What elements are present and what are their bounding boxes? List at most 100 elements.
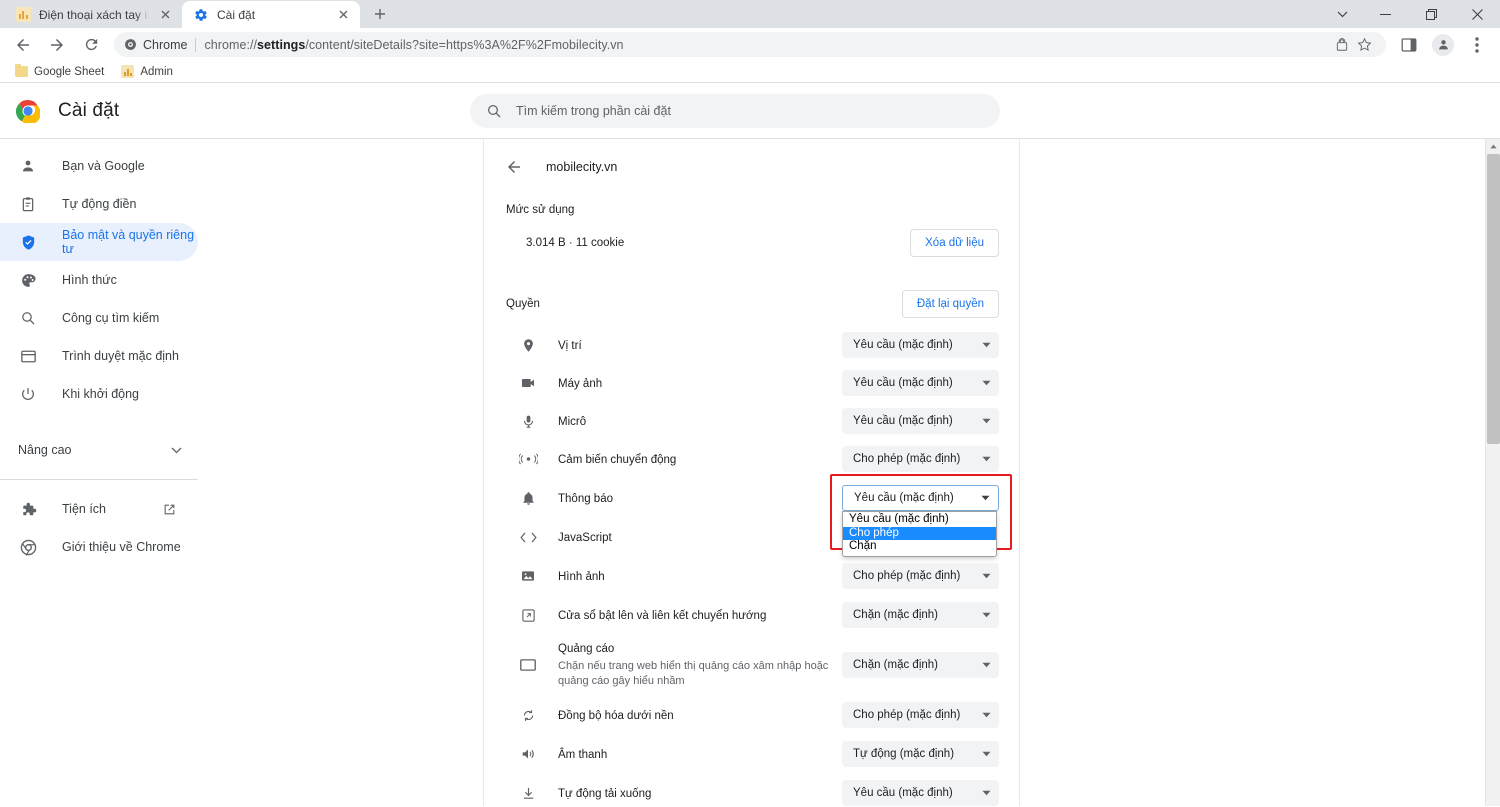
permission-value: Yêu cầu (mặc định): [854, 492, 954, 504]
sidebar-item-default-browser[interactable]: Trình duyệt mặc định: [0, 337, 198, 375]
permission-select-location[interactable]: Yêu cầu (mặc định): [842, 332, 999, 358]
browser-tab-0[interactable]: Điện thoại xách tay iPhone, Xiaom: [4, 1, 182, 28]
permission-select-background-sync[interactable]: Cho phép (mặc định): [842, 702, 999, 728]
tab-search-button[interactable]: [1322, 0, 1362, 28]
usage-section-label: Mức sử dụng: [506, 204, 575, 216]
search-input[interactable]: Tìm kiếm trong phần cài đặt: [470, 93, 1000, 128]
permission-value: Yêu cầu (mặc định): [853, 339, 953, 351]
settings-content: mobilecity.vn Mức sử dụng 3.014 B · 11 c…: [256, 139, 1500, 806]
close-icon[interactable]: [157, 7, 173, 23]
share-icon[interactable]: [1332, 35, 1352, 55]
dropdown-option-allow[interactable]: Cho phép: [843, 526, 996, 540]
sidebar-item-privacy-and-security[interactable]: Bảo mật và quyền riêng tư: [0, 223, 198, 261]
permission-label: Thông báo: [558, 492, 613, 505]
profile-avatar[interactable]: [1429, 31, 1457, 59]
permission-select-microphone[interactable]: Yêu cầu (mặc định): [842, 408, 999, 434]
permission-label: Micrô: [558, 415, 587, 428]
sidebar-item-label: Bạn và Google: [62, 159, 145, 173]
notification-permission-dropdown[interactable]: Yêu cầu (mặc định) Yêu cầu (mặc định) Ch…: [830, 474, 1012, 557]
folder-icon: [15, 64, 28, 77]
permission-select-sound[interactable]: Tự động (mặc định): [842, 741, 999, 767]
sidebar-item-autofill[interactable]: Tự động điền: [0, 185, 198, 223]
chrome-menu-icon[interactable]: [1463, 31, 1491, 59]
gear-favicon: [193, 7, 209, 23]
sidebar-item-appearance[interactable]: Hình thức: [0, 261, 198, 299]
permission-select-camera[interactable]: Yêu cầu (mặc định): [842, 370, 999, 396]
permissions-section-label: Quyền: [506, 298, 540, 310]
permission-select-automatic-downloads[interactable]: Yêu cầu (mặc định): [842, 780, 999, 806]
sidebar-item-label: Tiện ích: [62, 502, 107, 516]
forward-button-icon[interactable]: [43, 31, 71, 59]
bookmark-item[interactable]: Admin: [114, 63, 180, 80]
permission-label: JavaScript: [558, 531, 612, 544]
permission-select-popups[interactable]: Chặn (mặc định): [842, 602, 999, 628]
permission-select-notifications[interactable]: Yêu cầu (mặc định): [842, 485, 999, 511]
bookmark-label: Google Sheet: [34, 65, 105, 78]
settings-page: Bạn và Google Tự động điền Bảo mật và qu…: [0, 139, 1500, 806]
search-placeholder: Tìm kiếm trong phần cài đặt: [516, 103, 671, 118]
page-title: Cài đặt: [58, 99, 120, 121]
speaker-icon: [518, 744, 538, 764]
window-controls: [1322, 0, 1500, 28]
permission-value: Chặn (mặc định): [853, 609, 939, 621]
permission-value: Yêu cầu (mặc định): [853, 787, 953, 799]
side-panel-icon[interactable]: [1395, 31, 1423, 59]
chart-favicon: [121, 65, 135, 78]
scrollbar-thumb[interactable]: [1487, 154, 1500, 444]
permission-label: Hình ảnh: [558, 570, 605, 583]
sidebar-item-on-startup[interactable]: Khi khởi động: [0, 375, 198, 413]
dropdown-option-block[interactable]: Chặn: [843, 540, 996, 554]
sidebar-advanced-toggle[interactable]: Nâng cao: [0, 431, 198, 469]
sidebar-item-about-chrome[interactable]: Giới thiệu về Chrome: [0, 528, 198, 566]
back-button-icon[interactable]: [9, 31, 37, 59]
permission-label: Cảm biến chuyển động: [558, 453, 677, 466]
bookmarks-bar: Google Sheet Admin: [0, 61, 1500, 83]
sidebar-item-search-engine[interactable]: Công cụ tìm kiếm: [0, 299, 198, 337]
permission-row-sound: Âm thanh Tự động (mặc định): [484, 735, 1019, 773]
power-icon: [18, 384, 38, 404]
clear-data-button[interactable]: Xóa dữ liệu: [910, 229, 999, 257]
chrome-icon: [18, 537, 38, 557]
permission-row-automatic-downloads: Tự động tải xuống Yêu cầu (mặc định): [484, 774, 1019, 806]
browser-tab-1[interactable]: Cài đặt: [182, 1, 360, 28]
close-window-button[interactable]: [1454, 0, 1500, 28]
reset-permissions-button[interactable]: Đặt lại quyền: [901, 290, 999, 318]
permission-value: Cho phép (mặc định): [853, 453, 961, 465]
chevron-down-icon: [982, 380, 991, 386]
permission-row-motion-sensors: Cảm biến chuyển động Cho phép (mặc định): [484, 440, 1019, 478]
permission-select-images[interactable]: Cho phép (mặc định): [842, 563, 999, 589]
sidebar-item-you-and-google[interactable]: Bạn và Google: [0, 147, 198, 185]
vertical-scrollbar[interactable]: [1485, 139, 1500, 806]
browser-window-icon: [18, 346, 38, 366]
permission-value: Cho phép (mặc định): [853, 570, 961, 582]
video-camera-icon: [518, 373, 538, 393]
maximize-restore-button[interactable]: [1408, 0, 1454, 28]
chrome-logo-icon: [16, 99, 40, 123]
permission-row-microphone: Micrô Yêu cầu (mặc định): [484, 402, 1019, 440]
browser-toolbar: Chrome chrome://settings/content/siteDet…: [0, 28, 1500, 61]
permission-select-motion-sensors[interactable]: Cho phép (mặc định): [842, 446, 999, 472]
back-arrow-icon[interactable]: [504, 157, 524, 177]
bell-icon: [518, 488, 538, 508]
permission-label: Đồng bộ hóa dưới nền: [558, 709, 674, 722]
chart-favicon: [15, 7, 31, 23]
sidebar-item-extensions[interactable]: Tiện ích: [0, 490, 198, 528]
bookmark-star-icon[interactable]: [1354, 35, 1374, 55]
address-bar[interactable]: Chrome chrome://settings/content/siteDet…: [114, 32, 1386, 57]
minimize-button[interactable]: [1362, 0, 1408, 28]
bookmark-item[interactable]: Google Sheet: [8, 64, 111, 80]
close-icon[interactable]: [335, 7, 351, 23]
new-tab-button[interactable]: [366, 0, 394, 28]
dropdown-option-ask[interactable]: Yêu cầu (mặc định): [843, 513, 996, 527]
puzzle-icon: [18, 499, 38, 519]
chevron-down-icon: [982, 418, 991, 424]
permission-label: Quảng cáo: [558, 643, 615, 655]
permission-select-ads[interactable]: Chặn (mặc định): [842, 652, 999, 678]
sidebar-item-label: Hình thức: [62, 273, 117, 287]
reload-button-icon[interactable]: [77, 31, 105, 59]
location-pin-icon: [518, 335, 538, 355]
address-bar-url: chrome://settings/content/siteDetails?si…: [204, 37, 624, 52]
permission-description: Chặn nếu trang web hiển thị quảng cáo xâ…: [558, 660, 829, 687]
person-icon: [18, 156, 38, 176]
scroll-up-arrow-icon[interactable]: [1486, 139, 1500, 154]
